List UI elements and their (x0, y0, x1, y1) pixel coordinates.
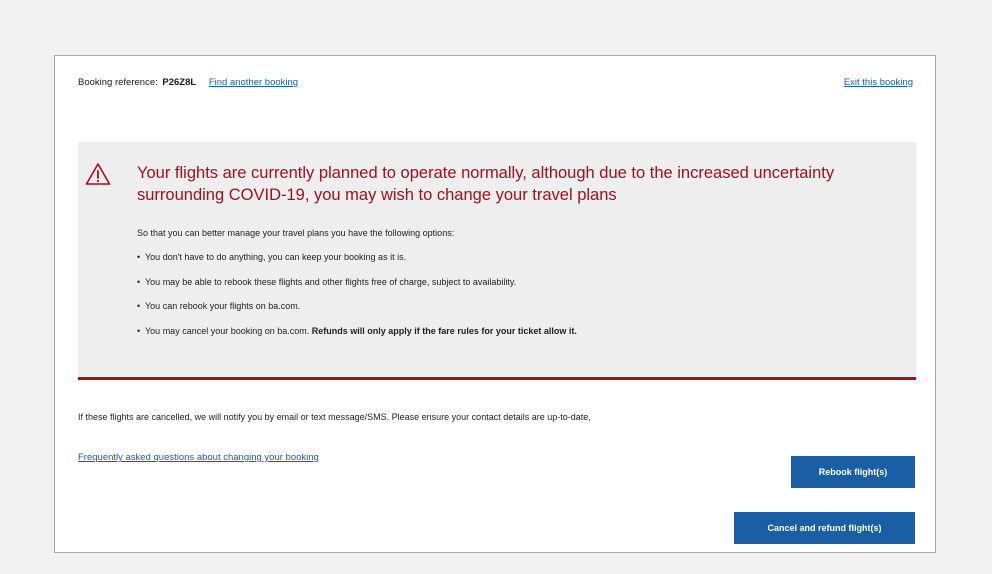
booking-reference-code: P26Z8L (162, 77, 197, 88)
contact-details-note: If these flights are cancelled, we will … (78, 412, 591, 422)
faq-link[interactable]: Frequently asked questions about changin… (78, 452, 319, 463)
options-list: You don't have to do anything, you can k… (137, 252, 577, 350)
warning-triangle-icon (85, 162, 111, 186)
booking-header: Booking reference: P26Z8L Find another b… (78, 77, 913, 93)
booking-reference-label: Booking reference: (78, 77, 158, 88)
covid-notice: Your flights are currently planned to op… (78, 142, 916, 380)
notice-headline: Your flights are currently planned to op… (137, 164, 835, 204)
option-cancel-text: You may cancel your booking on ba.com. (145, 325, 310, 336)
exit-booking-link[interactable]: Exit this booking (844, 77, 913, 88)
refund-rules-note: Refunds will only apply if the fare rule… (311, 325, 577, 336)
manage-booking-panel: Booking reference: P26Z8L Find another b… (54, 55, 936, 553)
option-item: You don't have to do anything, you can k… (137, 252, 577, 277)
rebook-flights-button[interactable]: Rebook flight(s) (791, 456, 915, 488)
find-another-booking-link[interactable]: Find another booking (209, 77, 298, 88)
option-item: You may cancel your booking on ba.com. R… (137, 326, 577, 351)
option-item: You can rebook your flights on ba.com. (137, 301, 577, 326)
cancel-refund-button[interactable]: Cancel and refund flight(s) (734, 512, 915, 544)
notice-intro: So that you can better manage your trave… (137, 228, 455, 238)
option-item: You may be able to rebook these flights … (137, 277, 577, 302)
